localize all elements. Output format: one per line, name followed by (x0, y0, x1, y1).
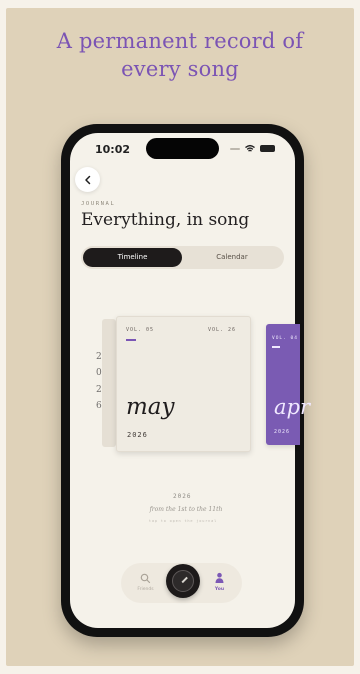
app-store-screenshot: A permanent record of every song 10:02 J… (0, 0, 360, 674)
april-volume: VOL. 04 (272, 336, 298, 341)
year-digit: 2 (96, 385, 102, 395)
month-card-april[interactable] (266, 324, 300, 445)
year-digit: 2 (96, 352, 102, 362)
tab-timeline[interactable]: Timeline (83, 248, 182, 267)
headline-line-2: every song (121, 57, 239, 81)
year-digit: 0 (96, 368, 102, 378)
previous-card-edge[interactable] (102, 319, 116, 447)
timeline-caption-hint: tap to open the journal (148, 519, 218, 523)
search-icon[interactable] (140, 573, 151, 584)
battery-icon (260, 145, 275, 152)
card-volume-left: VOL. 05 (126, 327, 155, 333)
april-month: apr (274, 395, 311, 419)
status-icons (230, 142, 275, 155)
timeline-caption-range: from the 1st to the 11th (149, 506, 223, 513)
april-accent-bar (272, 346, 280, 348)
cellular-icon (230, 147, 240, 150)
you-tab-label[interactable]: You (209, 587, 230, 592)
person-icon[interactable] (214, 572, 225, 584)
year-digit: 6 (96, 401, 102, 411)
chevron-left-icon (84, 175, 90, 184)
april-year: 2026 (274, 429, 291, 435)
card-volume-right: VOL. 26 (208, 327, 237, 333)
wifi-icon (245, 144, 255, 152)
tab-calendar[interactable]: Calendar (182, 248, 282, 267)
status-time: 10:02 (95, 143, 131, 156)
card-accent-bar (126, 339, 136, 341)
page-title: Everything, in song (81, 210, 250, 230)
card-month: may (126, 394, 175, 420)
page-kicker: JOURNAL (81, 201, 116, 207)
card-year: 2026 (127, 431, 148, 439)
friends-tab-label[interactable]: Friends (133, 587, 158, 592)
back-button[interactable] (75, 167, 100, 192)
promo-headline: A permanent record of every song (6, 27, 354, 83)
headline-line-1: A permanent record of (56, 29, 304, 53)
timeline-caption-year: 2026 (173, 493, 192, 500)
dynamic-island (146, 138, 219, 159)
